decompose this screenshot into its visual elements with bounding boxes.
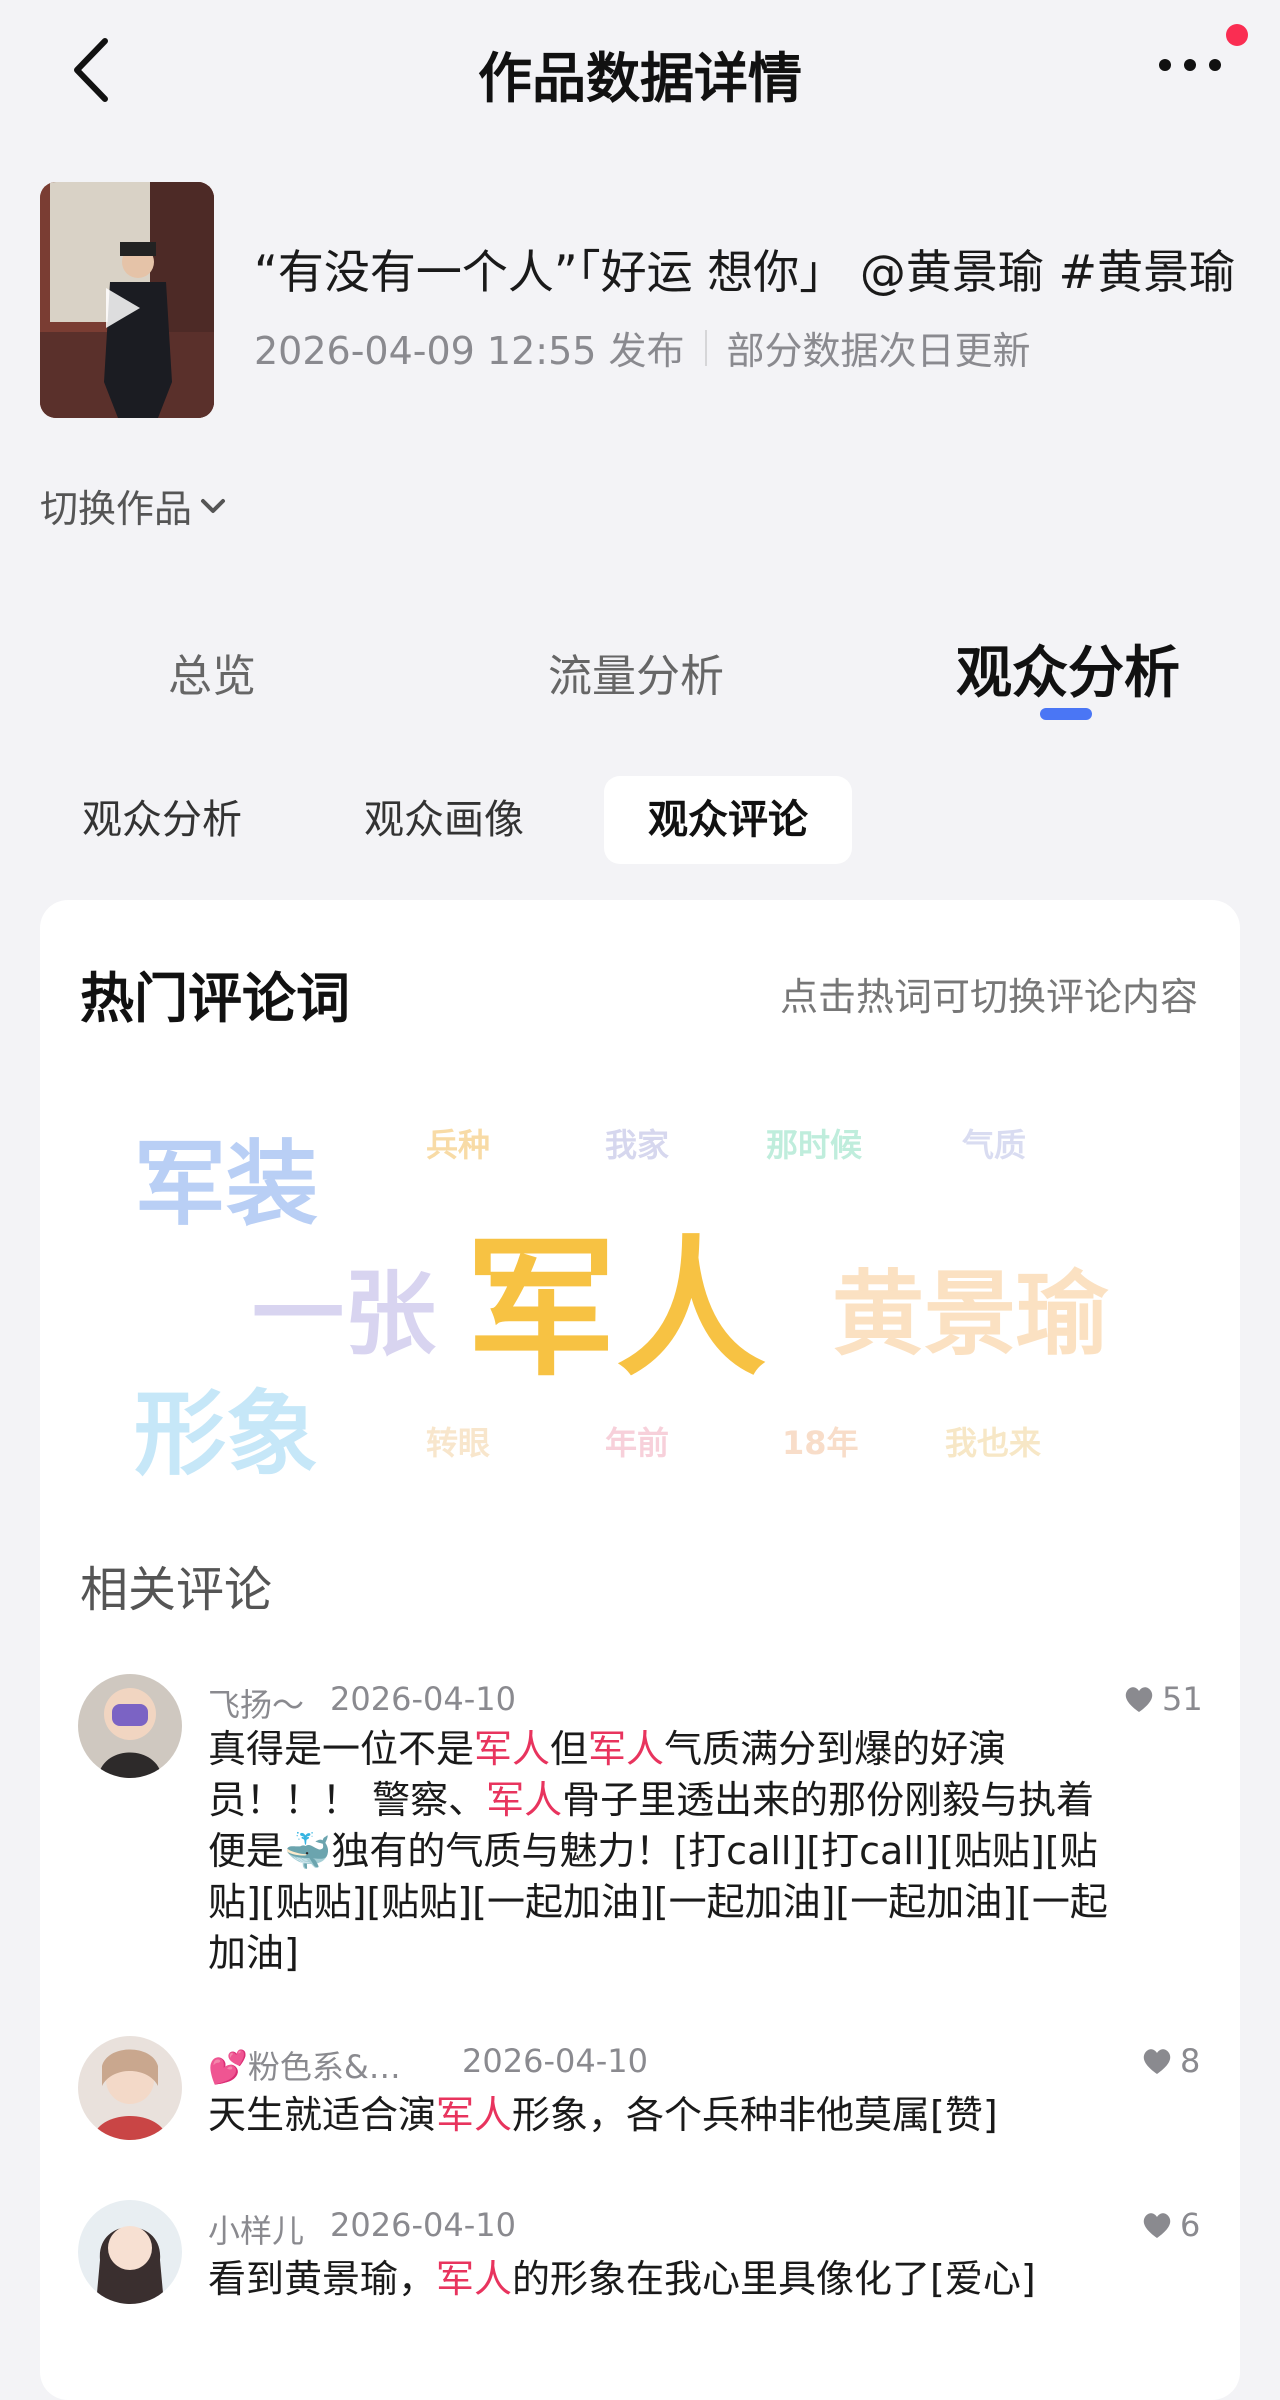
highlight-keyword: 军人 <box>486 1778 563 1822</box>
publish-time: 2026-04-09 12:55 发布 <box>254 329 685 373</box>
comment-date: 2026-04-10 <box>462 2042 648 2080</box>
hot-word[interactable]: 黄景瑜 <box>832 1240 1108 1373</box>
comment-text: 看到黄景瑜，军人的形象在我心里具像化了[爱心] <box>208 2254 1128 2305</box>
comment-text: 天生就适合演军人形象，各个兵种非他莫属[赞] <box>208 2090 1128 2141</box>
switch-work-label: 切换作品 <box>40 487 193 531</box>
comment-text-part: 天生就适合演 <box>208 2093 437 2137</box>
tab-overview[interactable]: 总览 <box>168 640 256 704</box>
comment-text-part: 形象，各个兵种非他莫属[赞] <box>512 2093 998 2137</box>
comment-text-part: 但 <box>550 1727 589 1771</box>
hot-word[interactable]: 气质 <box>962 1120 1026 1166</box>
heart-icon <box>1143 2213 1171 2238</box>
hot-word[interactable]: 军装 <box>134 1110 318 1243</box>
hot-word[interactable]: 18年 <box>782 1418 859 1464</box>
highlight-keyword: 军人 <box>436 2093 513 2137</box>
hot-word[interactable]: 我家 <box>605 1120 669 1166</box>
like-count: 51 <box>1162 1680 1203 1718</box>
comment-text-part: 真得是一位不是 <box>208 1727 475 1771</box>
highlight-keyword: 军人 <box>474 1727 551 1771</box>
work-meta: 2026-04-09 12:55 发布 部分数据次日更新 <box>254 320 1031 375</box>
comment-author[interactable]: 飞扬～ <box>208 1680 304 1726</box>
hot-word[interactable]: 那时候 <box>766 1120 862 1166</box>
comment-date: 2026-04-10 <box>330 2206 516 2244</box>
comment-text: 真得是一位不是军人但军人气质满分到爆的好演员！！！ 警察、军人骨子里透出来的那份… <box>208 1724 1128 1979</box>
hot-word[interactable]: 一张 <box>252 1240 436 1373</box>
like-count: 6 <box>1180 2206 1201 2244</box>
whale-emoji: 🐳 <box>284 1829 332 1873</box>
avatar[interactable] <box>78 2200 182 2304</box>
notification-dot <box>1226 24 1248 46</box>
highlight-keyword: 军人 <box>588 1727 665 1771</box>
like-count: 8 <box>1180 2042 1201 2080</box>
subtab-audience-comments[interactable]: 观众评论 <box>604 776 852 864</box>
hot-word[interactable]: 兵种 <box>426 1120 490 1166</box>
like-button[interactable]: 6 <box>1142 2206 1200 2244</box>
heart-icon <box>1125 1687 1153 1712</box>
chevron-down-icon <box>201 498 226 513</box>
work-thumbnail[interactable] <box>40 182 214 418</box>
active-tab-indicator <box>1040 708 1092 720</box>
hot-words-hint: 点击热词可切换评论内容 <box>779 975 1198 1019</box>
like-button[interactable]: 51 <box>1124 1680 1203 1718</box>
comment-author[interactable]: 小样儿 <box>208 2206 304 2252</box>
hot-word[interactable]: 我也来 <box>945 1418 1041 1464</box>
thumbnail-image <box>40 182 214 418</box>
comment-text-part: 看到黄景瑜， <box>208 2257 437 2301</box>
comment-author[interactable]: 💕粉色系&… <box>208 2042 401 2088</box>
tab-traffic-analysis[interactable]: 流量分析 <box>548 640 724 704</box>
subtab-audience-analysis[interactable]: 观众分析 <box>82 776 242 864</box>
comment-date: 2026-04-10 <box>330 1680 516 1718</box>
hot-word[interactable]: 年前 <box>605 1418 669 1464</box>
more-icon <box>1159 59 1221 71</box>
related-comments-title: 相关评论 <box>80 1562 273 1618</box>
meta-divider <box>704 329 707 366</box>
subtab-audience-profile[interactable]: 观众画像 <box>364 776 524 864</box>
tab-audience-analysis[interactable]: 观众分析 <box>956 628 1180 709</box>
avatar[interactable] <box>78 2036 182 2140</box>
comment-text-part: 独有的气质与魅力！[打call][打call][贴贴][贴贴][贴贴][贴贴][… <box>208 1829 1108 1975</box>
highlight-keyword: 军人 <box>436 2257 513 2301</box>
work-title: “有没有一个人”「好运 想你」 @黄景瑜 #黄景瑜 <box>254 245 1236 299</box>
page-title: 作品数据详情 <box>478 47 802 110</box>
update-note: 部分数据次日更新 <box>726 329 1031 373</box>
hot-word[interactable]: 转眼 <box>426 1418 490 1464</box>
switch-work-button[interactable]: 切换作品 <box>40 478 228 533</box>
avatar[interactable] <box>78 1674 182 1778</box>
comment-text-part: 的形象在我心里具像化了[爱心] <box>512 2257 1036 2301</box>
heart-icon <box>1143 2049 1171 2074</box>
like-button[interactable]: 8 <box>1142 2042 1200 2080</box>
hot-word[interactable]: 形象 <box>134 1360 318 1493</box>
hot-words-title: 热门评论词 <box>80 967 350 1030</box>
more-button[interactable] <box>1150 40 1230 90</box>
hot-word-top[interactable]: 军人 <box>466 1188 766 1405</box>
